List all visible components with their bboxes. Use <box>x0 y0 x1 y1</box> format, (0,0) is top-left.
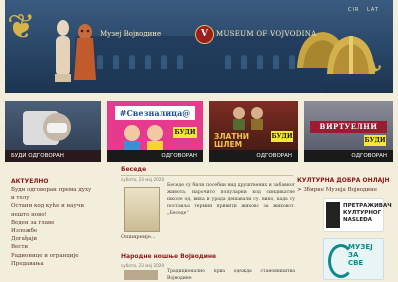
news-title[interactable]: Народне ношње Војводине <box>121 253 216 260</box>
badge-budi: БУДИ <box>173 127 197 138</box>
figurines-image <box>55 20 96 82</box>
news-summary: Традиционално прва одежда становништва В… <box>167 269 295 281</box>
museum-logo[interactable]: V <box>195 25 214 44</box>
sidebar-item[interactable]: Буди одговоран према духу и телу <box>11 186 95 202</box>
sidebar-item[interactable]: Изложбе <box>11 227 95 235</box>
sidebar-item[interactable]: Предавања <box>11 260 95 268</box>
heritage-search-card[interactable]: ПРЕТРАЖИВАЧ КУЛТУРНОГ NASLEĐA <box>323 198 392 232</box>
people-photo <box>233 107 263 130</box>
language-switcher: CIR LAT <box>343 7 379 13</box>
banner-label: ОДГОВОРАН <box>304 150 393 162</box>
person-with-mask-icon <box>23 111 71 145</box>
badge-budi: БУДИ <box>364 135 386 146</box>
lang-cir-link[interactable]: CIR <box>348 7 359 13</box>
museum-for-all-card[interactable]: МУЗЕЈ ЗА СВЕ <box>323 238 384 280</box>
banner-label: БУДИ ОДГОВОРАН <box>5 150 101 162</box>
right-column-title: КУЛТУРНА ДОБРА ОНЛАЈН <box>297 177 390 184</box>
children-illustration <box>124 125 163 153</box>
divider <box>121 175 293 176</box>
banner-zlatni-shlem[interactable]: ЗЛАТНИ ШЛЕМ БУДИ ОДГОВОРАН <box>209 101 298 162</box>
news-image[interactable] <box>124 270 158 280</box>
sidebar-item[interactable]: Вести <box>11 243 95 251</box>
heritage-logo-icon <box>326 202 340 228</box>
virtuelni-title: ВИРТУЕЛНИ <box>310 121 387 133</box>
sveznalica-title: #Свезналица@ <box>115 106 195 120</box>
read-more-link[interactable]: Опширније... <box>121 234 156 240</box>
site-title-latin[interactable]: MUSEUM OF VOJVODINA <box>216 30 317 38</box>
site-title-cyrillic[interactable]: Музеј Војводине <box>100 30 161 38</box>
banner-virtuelni[interactable]: ВИРТУЕЛНИ БУДИ ОДГОВОРАН <box>304 101 393 162</box>
news-image[interactable] <box>124 187 160 232</box>
zlatni-shlem-title: ЗЛАТНИ ШЛЕМ <box>214 132 250 149</box>
heritage-card-text: ПРЕТРАЖИВАЧ КУЛТУРНОГ NASLEĐA <box>343 203 392 223</box>
banner-label: ОДГОВОРАН <box>209 150 298 162</box>
sidebar-title: АКТУЕЛНО <box>11 178 49 185</box>
banner-budi-odgovoran[interactable]: БУДИ ОДГОВОРАН <box>5 101 101 162</box>
sidebar-menu: Буди одговоран према духу и телу Остани … <box>11 186 95 268</box>
news-date: субота, 23 мај 2020 <box>121 177 165 182</box>
sidebar-item[interactable]: Остани код куће и научи нешто ново! <box>11 202 95 218</box>
ornament-left-icon: ❦ <box>7 7 36 47</box>
news-summary: Беседе су били посебни вид друштвених и … <box>167 183 295 216</box>
news-date: субота, 23 мај 2020 <box>121 263 165 268</box>
collections-link[interactable]: > Збирке Музеја Војводине <box>297 187 377 193</box>
museum-for-all-text: МУЗЕЈ ЗА СВЕ <box>348 243 373 267</box>
banner-sveznalica[interactable]: #Свезналица@ БУДИ ОДГОВОРАН <box>107 101 203 162</box>
news-title[interactable]: Беседе <box>121 166 146 173</box>
lang-lat-link[interactable]: LAT <box>367 7 379 13</box>
banner-label: ОДГОВОРАН <box>107 150 203 162</box>
badge-budi: БУДИ <box>271 131 293 142</box>
site-header: ❦ ❧ CIR LAT Музеј Војводине V MUSEUM OF … <box>5 0 393 93</box>
sidebar-item[interactable]: Догађаји <box>11 235 95 243</box>
sidebar-item[interactable]: Радионице и огранције <box>11 252 95 260</box>
sidebar-item[interactable]: Веден за главе <box>11 219 95 227</box>
